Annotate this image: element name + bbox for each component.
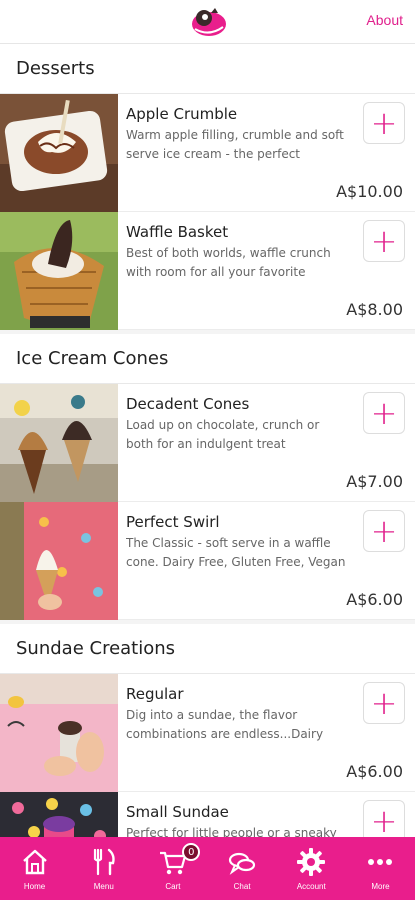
add-to-cart-button[interactable]: + [363,102,405,144]
product-photo [0,674,118,792]
about-link[interactable]: About [366,12,403,28]
item-name: Waffle Basket [126,223,229,241]
tab-label: Chat [233,882,251,891]
section-title-ice-cream-cones: Ice Cream Cones [0,334,415,384]
product-photo [0,502,118,620]
item-name: Small Sundae [126,803,229,821]
tab-cart[interactable]: 0 Cart [138,837,207,900]
product-photo [0,792,118,837]
tab-label: Menu [93,882,114,891]
item-price: A$6.00 [346,762,403,781]
plus-icon: + [370,394,398,432]
tab-more[interactable]: More [346,837,415,900]
menu-item-waffle-basket[interactable]: Waffle Basket Best of both worlds, waffl… [0,212,415,330]
item-price: A$6.00 [346,590,403,609]
menu-item-apple-crumble[interactable]: Apple Crumble Warm apple filling, crumbl… [0,94,415,212]
section-title-sundae-creations: Sundae Creations [0,624,415,674]
menu-item-regular[interactable]: Regular Dig into a sundae, the flavor co… [0,674,415,792]
item-info: Small Sundae Perfect for little people o… [126,802,346,837]
item-name: Decadent Cones [126,395,250,413]
cart-count-badge: 0 [182,843,201,861]
item-info: Apple Crumble Warm apple filling, crumbl… [126,104,346,164]
plus-icon: + [370,222,398,260]
item-description: Perfect for little people or a sneaky [126,826,337,837]
item-info: Perfect Swirl The Classic - soft serve i… [126,512,346,572]
item-info: Decadent Cones Load up on chocolate, cru… [126,394,346,454]
chat-icon [228,852,256,875]
item-name: Regular [126,685,184,703]
plus-icon: + [370,512,398,550]
menu-item-perfect-swirl[interactable]: Perfect Swirl The Classic - soft serve i… [0,502,415,620]
tab-menu[interactable]: Menu [69,837,138,900]
menu-item-decadent-cones[interactable]: Decadent Cones Load up on chocolate, cru… [0,384,415,502]
add-to-cart-button[interactable]: + [363,510,405,552]
plus-icon: + [370,802,398,837]
item-name: Perfect Swirl [126,513,220,531]
add-to-cart-button[interactable]: + [363,220,405,262]
menu-item-small-sundae[interactable]: Small Sundae Perfect for little people o… [0,792,415,837]
product-photo [0,212,118,330]
tab-label: More [371,882,390,891]
product-photo [0,384,118,502]
tab-account[interactable]: Account [277,837,346,900]
item-description: Best of both worlds, waffle crunch with … [126,246,331,279]
more-icon [368,859,393,865]
tab-chat[interactable]: Chat [208,837,277,900]
menu-list[interactable]: Desserts Apple Crumble Warm apple fillin… [0,44,415,837]
item-description: Load up on chocolate, crunch or both for… [126,418,320,451]
section-title-desserts: Desserts [0,44,415,94]
tab-label: Account [296,882,326,891]
item-price: A$7.00 [346,472,403,491]
product-photo [0,94,118,212]
tab-home[interactable]: Home [0,837,69,900]
item-name: Apple Crumble [126,105,238,123]
item-info: Regular Dig into a sundae, the flavor co… [126,684,346,744]
item-info: Waffle Basket Best of both worlds, waffl… [126,222,346,282]
plus-icon: + [370,104,398,142]
item-description: The Classic - soft serve in a waffle con… [126,536,346,569]
top-bar: About [0,0,415,44]
bottom-tab-bar: Home Menu 0 Cart Chat Account More [0,837,415,900]
fork-knife-icon [93,848,115,876]
tab-label: Cart [165,882,181,891]
item-description: Warm apple filling, crumble and soft ser… [126,128,344,161]
add-to-cart-button[interactable]: + [363,682,405,724]
item-price: A$10.00 [336,182,403,201]
brand-logo[interactable] [189,5,229,39]
item-price: A$8.00 [346,300,403,319]
plus-icon: + [370,684,398,722]
add-to-cart-button[interactable]: + [363,800,405,837]
home-icon [22,849,47,875]
tab-label: Home [23,882,46,891]
gear-icon [297,848,326,876]
add-to-cart-button[interactable]: + [363,392,405,434]
item-description: Dig into a sundae, the flavor combinatio… [126,708,324,741]
